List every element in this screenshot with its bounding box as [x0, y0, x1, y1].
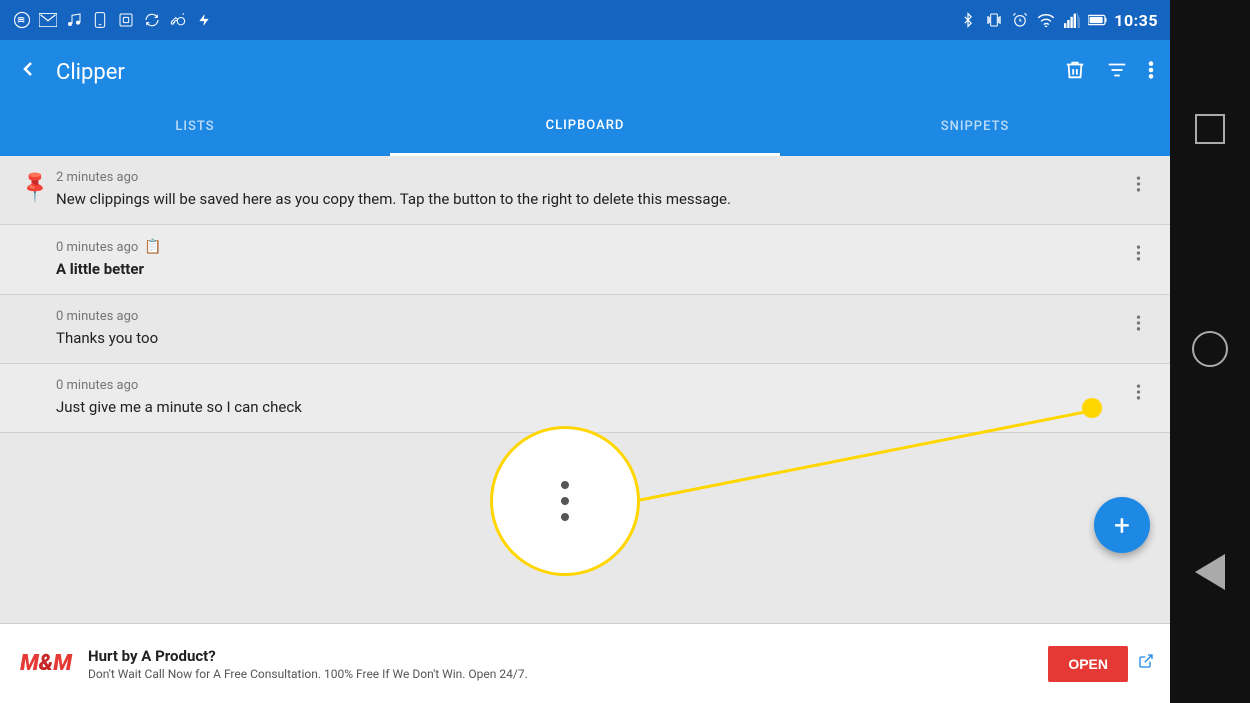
tab-snippets[interactable]: SNIPPETS	[780, 104, 1170, 156]
list-item[interactable]: 📌 2 minutes ago New clippings will be sa…	[0, 156, 1170, 225]
spacer	[16, 378, 56, 382]
side-panel	[1170, 0, 1250, 703]
tab-lists[interactable]: LISTS	[0, 104, 390, 156]
ad-banner: M&M Hurt by A Product? Don't Wait Call N…	[0, 623, 1170, 703]
phone-icon	[90, 10, 110, 30]
alarm-icon	[1010, 10, 1030, 30]
item-text: New clippings will be saved here as you …	[56, 189, 1122, 210]
nav-circle-button[interactable]	[1192, 331, 1228, 367]
app-bar-actions	[1064, 58, 1154, 87]
item-time: 0 minutes ago 📋	[56, 239, 1122, 255]
item-body: 0 minutes ago 📋 A little better	[56, 239, 1122, 280]
wifi-icon	[1036, 10, 1056, 30]
ad-external-icon	[1138, 653, 1154, 674]
item-menu-button-0[interactable]	[1122, 170, 1154, 194]
item-body: 0 minutes ago Thanks you too	[56, 309, 1122, 349]
flash-icon	[194, 10, 214, 30]
filter-button[interactable]	[1106, 59, 1128, 86]
pin-icon-container: 📌	[16, 170, 56, 199]
item-time: 2 minutes ago	[56, 170, 1122, 185]
item-text-bold: A little better	[56, 259, 1122, 280]
list-item[interactable]: 0 minutes ago 📋 A little better	[0, 225, 1170, 295]
ad-text: Hurt by A Product? Don't Wait Call Now f…	[88, 647, 1048, 681]
status-bar: 10:35	[0, 0, 1170, 40]
ad-subtitle: Don't Wait Call Now for A Free Consultat…	[88, 667, 1048, 681]
item-text: Thanks you too	[56, 328, 1122, 349]
spacer	[16, 239, 56, 243]
content-area: 📌 2 minutes ago New clippings will be sa…	[0, 156, 1170, 623]
sync-icon	[142, 10, 162, 30]
item-body: 2 minutes ago New clippings will be save…	[56, 170, 1122, 210]
status-icons-left	[12, 10, 214, 30]
key-icon	[168, 10, 188, 30]
ad-title: Hurt by A Product?	[88, 647, 1048, 665]
status-icons-right: 10:35	[958, 10, 1158, 30]
item-menu-button-2[interactable]	[1122, 309, 1154, 333]
vibrate-icon	[984, 10, 1004, 30]
more-options-button[interactable]	[1148, 59, 1154, 86]
list-item[interactable]: 0 minutes ago Just give me a minute so I…	[0, 364, 1170, 433]
spotify-icon	[12, 10, 32, 30]
callout-dots	[561, 481, 569, 521]
item-menu-button-3[interactable]	[1122, 378, 1154, 402]
clipboard-icon: 📋	[144, 239, 161, 255]
signal-icon	[1062, 10, 1082, 30]
bluetooth-icon	[958, 10, 978, 30]
callout-dot	[561, 513, 569, 521]
item-text: Just give me a minute so I can check	[56, 397, 1122, 418]
pin-icon: 📌	[17, 168, 54, 205]
ad-open-button[interactable]: OPEN	[1048, 646, 1128, 682]
app-bar: Clipper	[0, 40, 1170, 104]
nav-square-button[interactable]	[1195, 114, 1225, 144]
spacer	[16, 309, 56, 313]
item-body: 0 minutes ago Just give me a minute so I…	[56, 378, 1122, 418]
item-time: 0 minutes ago	[56, 309, 1122, 324]
ad-logo: M&M	[16, 639, 76, 689]
item-time: 0 minutes ago	[56, 378, 1122, 393]
list-item[interactable]: 0 minutes ago Thanks you too	[0, 295, 1170, 364]
sim-icon	[116, 10, 136, 30]
item-menu-button-1[interactable]	[1122, 239, 1154, 263]
back-button[interactable]	[16, 57, 40, 87]
battery-icon	[1088, 10, 1108, 30]
music-icon	[64, 10, 84, 30]
tab-clipboard[interactable]: CLIPBOARD	[390, 104, 780, 156]
fab-button[interactable]: +	[1094, 497, 1150, 553]
app-title: Clipper	[56, 60, 1064, 85]
tab-bar: LISTS CLIPBOARD SNIPPETS	[0, 104, 1170, 156]
status-time: 10:35	[1114, 11, 1158, 30]
callout-circle	[490, 426, 640, 576]
delete-button[interactable]	[1064, 58, 1086, 87]
callout-dot	[561, 481, 569, 489]
callout-dot	[561, 497, 569, 505]
nav-back-button[interactable]	[1195, 554, 1225, 590]
gmail-icon	[38, 10, 58, 30]
